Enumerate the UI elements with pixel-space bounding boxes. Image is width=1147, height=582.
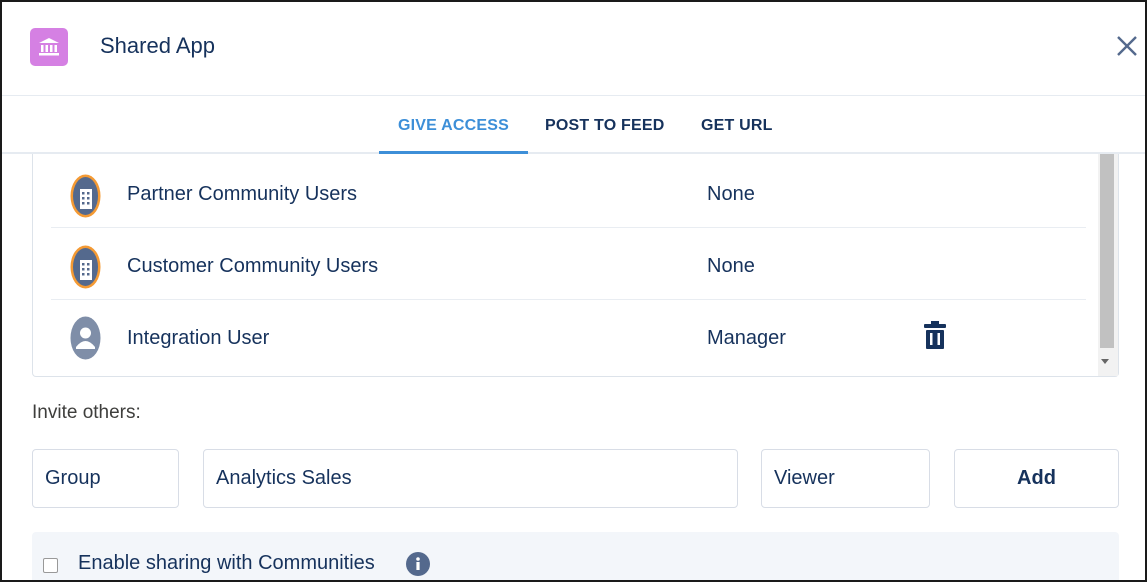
dialog-title: Shared App (100, 33, 215, 58)
row-divider (51, 299, 1086, 300)
info-icon[interactable] (406, 552, 430, 576)
share-target-input[interactable]: Analytics Sales (203, 449, 738, 508)
enable-communities-checkbox[interactable] (43, 558, 58, 573)
invite-label: Invite others: (32, 402, 141, 423)
scrollbar-thumb[interactable] (1100, 154, 1114, 348)
list-item-access: None (707, 255, 755, 277)
bank-icon (30, 28, 68, 66)
trash-icon[interactable] (924, 321, 946, 349)
list-item-access: None (707, 183, 755, 205)
tab-get-url[interactable]: GET URL (701, 117, 773, 135)
row-divider (51, 227, 1086, 228)
list-item-name: Customer Community Users (127, 255, 379, 277)
building-avatar-icon (69, 244, 102, 290)
list-item-access: Manager (707, 327, 786, 349)
add-button[interactable]: Add (954, 449, 1119, 508)
tab-post-to-feed[interactable]: POST TO FEED (545, 117, 664, 135)
scroll-down-arrow-icon[interactable] (1101, 359, 1109, 364)
list-item-name: Partner Community Users (127, 183, 358, 205)
list-scrollbar[interactable] (1098, 154, 1118, 376)
access-list: Partner Community Users None Customer Co… (32, 154, 1119, 377)
access-level-select[interactable]: Viewer (761, 449, 930, 508)
list-item-name: Integration User (127, 327, 270, 349)
enable-communities-label: Enable sharing with Communities (78, 552, 375, 574)
dialog-header: Shared App (2, 2, 1145, 96)
tab-give-access[interactable]: GIVE ACCESS (398, 117, 509, 135)
user-avatar-icon (69, 315, 102, 361)
close-icon (1117, 36, 1137, 56)
close-button[interactable] (1112, 28, 1142, 64)
communities-sharing-section: Enable sharing with Communities (32, 532, 1119, 580)
tab-bar: GIVE ACCESS POST TO FEED GET URL (2, 96, 1145, 154)
share-dialog: Shared App GIVE ACCESS POST TO FEED GET … (0, 0, 1147, 582)
share-type-select[interactable]: Group (32, 449, 179, 508)
building-avatar-icon (69, 173, 102, 219)
